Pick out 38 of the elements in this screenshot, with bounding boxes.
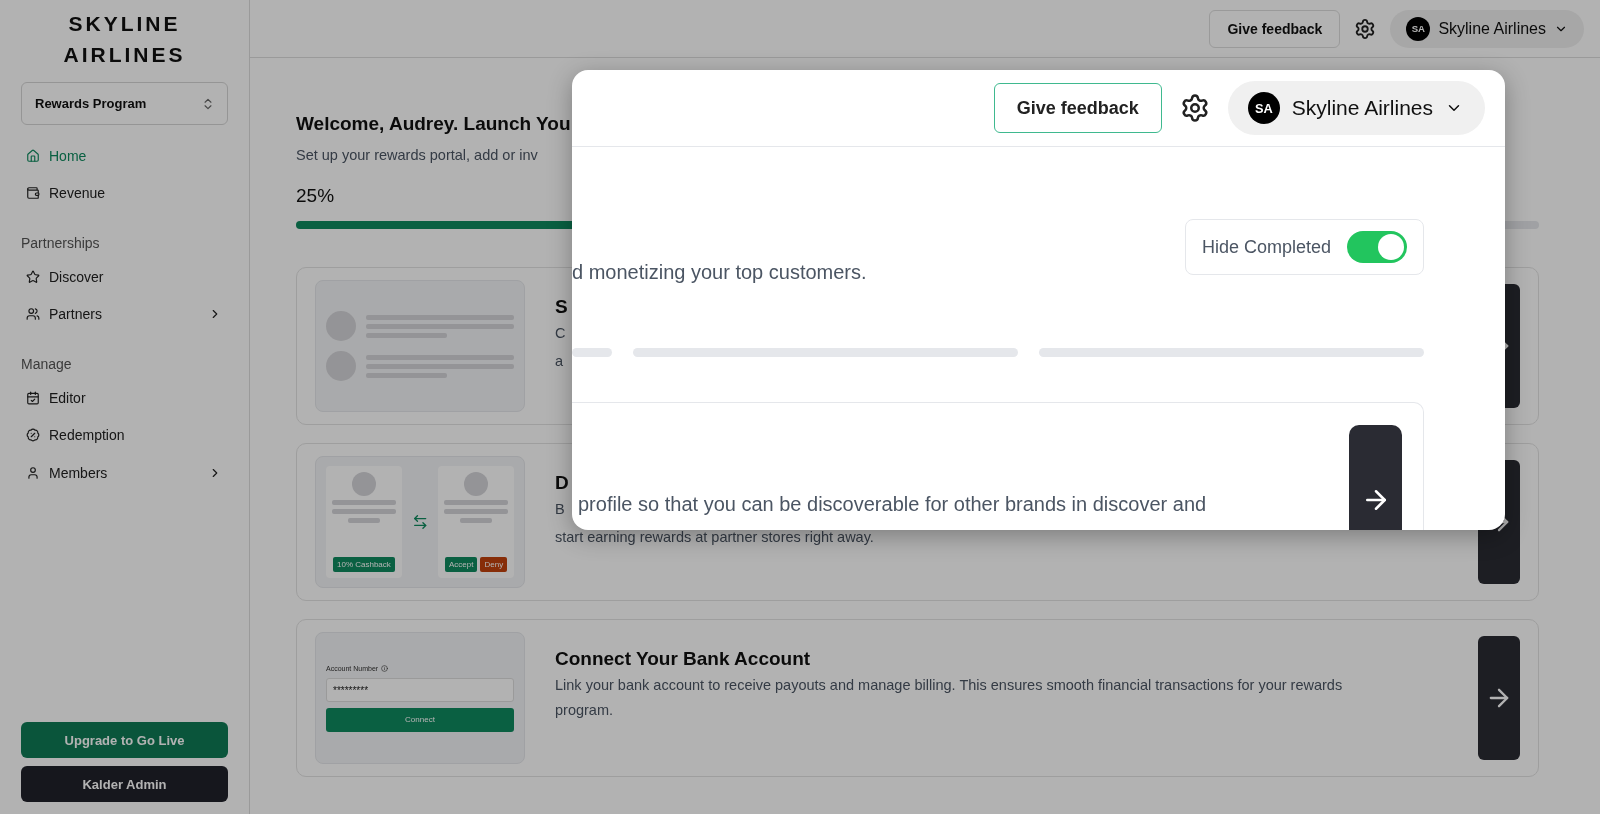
nav-item[interactable]: Home xyxy=(21,137,228,175)
hide-completed-label: Hide Completed xyxy=(1201,236,1331,258)
avatar: SA xyxy=(1406,16,1431,41)
nav-item[interactable]: Discover xyxy=(21,258,228,296)
feedback-button[interactable]: Give feedback xyxy=(993,83,1162,133)
step-description: Link your bank account to receive payouts and manage billing. This ensures smooth financial transactions for your rewards program. xyxy=(555,676,1344,720)
upgrade-button[interactable]: Upgrade to Go Live xyxy=(21,722,228,758)
step-title: S xyxy=(555,296,568,318)
cashback-tag: 10% Cashback xyxy=(333,557,395,572)
nav-section-heading: Manage xyxy=(21,356,73,372)
accept-tag: Accept xyxy=(445,557,478,572)
nav-item[interactable]: Members xyxy=(21,454,228,492)
account-menu[interactable]: SA Skyline Airlines xyxy=(1390,9,1584,48)
nav-item[interactable]: Partners xyxy=(21,295,228,333)
step-title: D xyxy=(555,472,569,494)
account-number-field: ********* xyxy=(326,677,514,702)
progress-percent: 25% xyxy=(296,185,336,207)
step-description: start earning rewards at partner stores right away. xyxy=(555,528,874,547)
step-description: C xyxy=(555,324,566,343)
nav-item[interactable]: Redemption xyxy=(21,416,228,454)
nav-item[interactable]: Editor xyxy=(21,379,228,417)
step-title: Connect Your Bank Account xyxy=(555,648,811,670)
nav-item[interactable]: Revenue xyxy=(21,174,228,212)
welcome-title: Welcome, Audrey. Launch You xyxy=(296,113,571,135)
feedback-button[interactable]: Give feedback xyxy=(1209,9,1341,48)
deny-tag: Deny xyxy=(480,557,508,572)
admin-button[interactable]: Kalder Admin xyxy=(21,766,228,802)
step-description: a xyxy=(555,352,564,371)
step-description: B xyxy=(555,500,565,519)
nav-section-heading: Partnerships xyxy=(21,235,101,251)
account-menu[interactable]: SA Skyline Airlines xyxy=(1227,81,1485,135)
welcome-subtitle: Set up your rewards portal, add or inv xyxy=(296,147,538,163)
avatar: SA xyxy=(1247,92,1280,124)
brand-logo-text: SKYLINE xyxy=(67,11,182,37)
brand-logo-text: AIRLINES xyxy=(62,42,187,68)
step-description: profile so that you can be discoverable for other brands in discover and xyxy=(577,493,1207,516)
welcome-subtitle: d monetizing your top customers. xyxy=(572,261,867,284)
program-select[interactable]: Rewards Program xyxy=(21,82,228,125)
